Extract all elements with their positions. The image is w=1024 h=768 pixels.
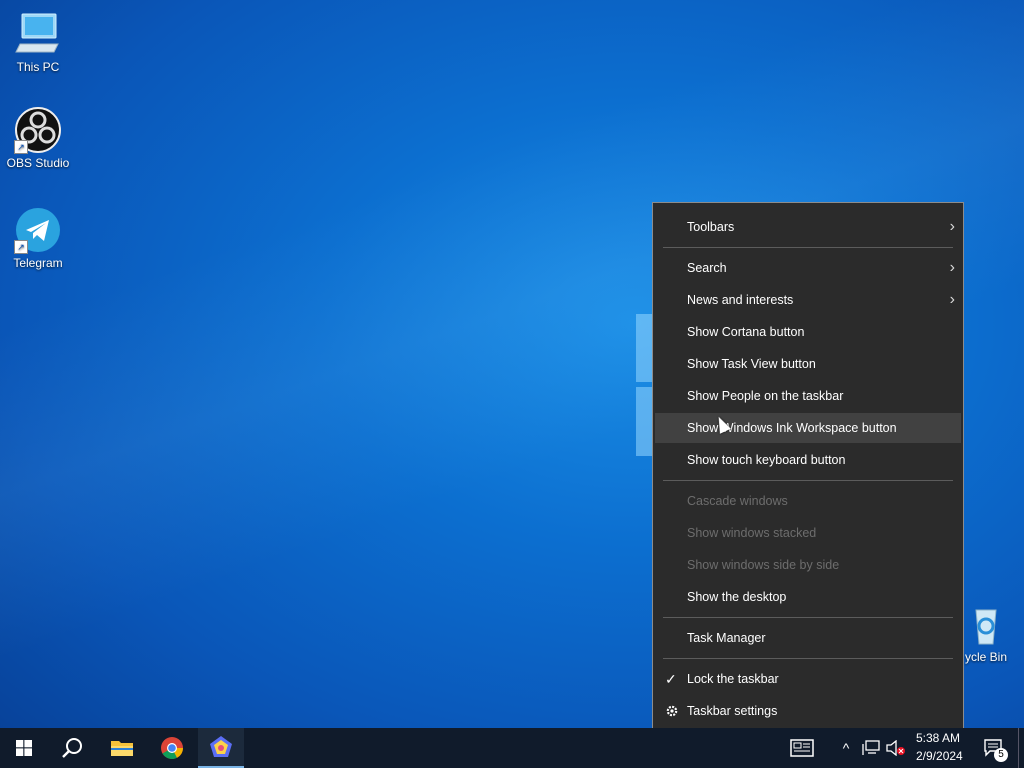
menu-item-label: Task Manager xyxy=(687,631,766,645)
clock-time: 5:38 AM xyxy=(916,731,961,745)
menu-item-search[interactable]: Search › xyxy=(653,253,963,283)
menu-item-label: Taskbar settings xyxy=(687,704,778,718)
file-explorer-icon xyxy=(111,741,133,756)
show-desktop-button[interactable] xyxy=(1018,728,1019,768)
taskbar-context-menu: Toolbars › Search › News and interests ›… xyxy=(652,202,964,735)
chevron-right-icon: › xyxy=(949,218,955,235)
menu-item-task-manager[interactable]: Task Manager xyxy=(653,623,963,653)
menu-item-show-cortana[interactable]: Show Cortana button xyxy=(653,317,963,347)
computer-icon xyxy=(14,10,62,58)
menu-item-show-windows-stacked: Show windows stacked xyxy=(653,518,963,548)
taskbar: ^ 5:38 AM 2/9/2024 5 xyxy=(0,728,1024,768)
menu-item-show-task-view[interactable]: Show Task View button xyxy=(653,349,963,379)
menu-item-lock-taskbar[interactable]: ✓ Lock the taskbar xyxy=(653,664,963,694)
obs-icon: ↗ xyxy=(14,106,62,154)
shortcut-arrow-icon: ↗ xyxy=(14,240,28,254)
checkmark-icon: ✓ xyxy=(665,671,677,687)
telegram-icon: ↗ xyxy=(14,206,62,254)
desktop-icon-label: OBS Studio xyxy=(6,156,70,170)
clock-date: 2/9/2024 xyxy=(916,749,963,763)
menu-separator xyxy=(663,247,953,248)
network-icon xyxy=(862,740,880,755)
menu-item-label: News and interests xyxy=(687,293,794,307)
desktop-icon-label: ycle Bin xyxy=(964,650,1008,664)
desktop-icon-label: Telegram xyxy=(13,256,63,270)
chevron-up-icon: ^ xyxy=(842,740,850,756)
menu-item-label: Show the desktop xyxy=(687,590,787,604)
menu-item-show-windows-ink[interactable]: Show Windows Ink Workspace button xyxy=(655,413,961,443)
menu-item-news-and-interests[interactable]: News and interests › xyxy=(653,285,963,315)
shortcut-arrow-icon: ↗ xyxy=(14,140,28,154)
start-icon xyxy=(16,740,32,756)
recycle-bin-icon xyxy=(962,600,1010,648)
search-button[interactable] xyxy=(48,728,96,768)
volume-button[interactable] xyxy=(884,728,908,768)
action-center-button[interactable]: 5 xyxy=(976,728,1012,768)
menu-separator xyxy=(663,480,953,481)
app-icon xyxy=(210,736,232,757)
gear-icon xyxy=(665,696,679,726)
menu-separator xyxy=(663,617,953,618)
desktop-icon-this-pc[interactable]: This PC xyxy=(0,10,76,74)
start-button[interactable] xyxy=(0,728,48,768)
news-and-interests-button[interactable] xyxy=(784,728,820,768)
search-icon xyxy=(62,738,82,758)
menu-item-label: Show touch keyboard button xyxy=(687,453,846,467)
menu-item-label: Search xyxy=(687,261,727,275)
menu-item-show-people[interactable]: Show People on the taskbar xyxy=(653,381,963,411)
menu-item-label: Show Cortana button xyxy=(687,325,805,339)
menu-item-label: Cascade windows xyxy=(687,494,788,508)
menu-item-label: Show Task View button xyxy=(687,357,816,371)
menu-separator xyxy=(663,658,953,659)
network-button[interactable] xyxy=(860,728,882,768)
menu-item-label: Show People on the taskbar xyxy=(687,389,844,403)
menu-item-show-desktop[interactable]: Show the desktop xyxy=(653,582,963,612)
clock[interactable]: 5:38 AM 2/9/2024 xyxy=(910,728,968,768)
show-hidden-icons-button[interactable]: ^ xyxy=(836,728,856,768)
app-button[interactable] xyxy=(198,728,244,768)
menu-item-taskbar-settings[interactable]: Taskbar settings xyxy=(653,696,963,726)
menu-item-show-windows-side-by-side: Show windows side by side xyxy=(653,550,963,580)
file-explorer-button[interactable] xyxy=(98,728,146,768)
chevron-right-icon: › xyxy=(949,259,955,276)
menu-item-toolbars[interactable]: Toolbars › xyxy=(653,212,963,242)
desktop-icon-obs-studio[interactable]: ↗ OBS Studio xyxy=(0,106,76,170)
chrome-button[interactable] xyxy=(148,728,196,768)
desktop-icon-label: This PC xyxy=(16,60,60,74)
news-icon xyxy=(790,739,814,757)
chrome-icon xyxy=(161,737,183,759)
menu-item-label: Show windows stacked xyxy=(687,526,817,540)
desktop-icon-telegram[interactable]: ↗ Telegram xyxy=(0,206,76,270)
menu-item-label: Lock the taskbar xyxy=(687,672,779,686)
menu-item-cascade-windows: Cascade windows xyxy=(653,486,963,516)
menu-item-show-touch-keyboard[interactable]: Show touch keyboard button xyxy=(653,445,963,475)
chevron-right-icon: › xyxy=(949,291,955,308)
menu-item-label: Toolbars xyxy=(687,220,735,234)
menu-item-label: Show windows side by side xyxy=(687,558,840,572)
notification-count-badge: 5 xyxy=(994,748,1008,762)
volume-muted-icon xyxy=(886,740,905,756)
